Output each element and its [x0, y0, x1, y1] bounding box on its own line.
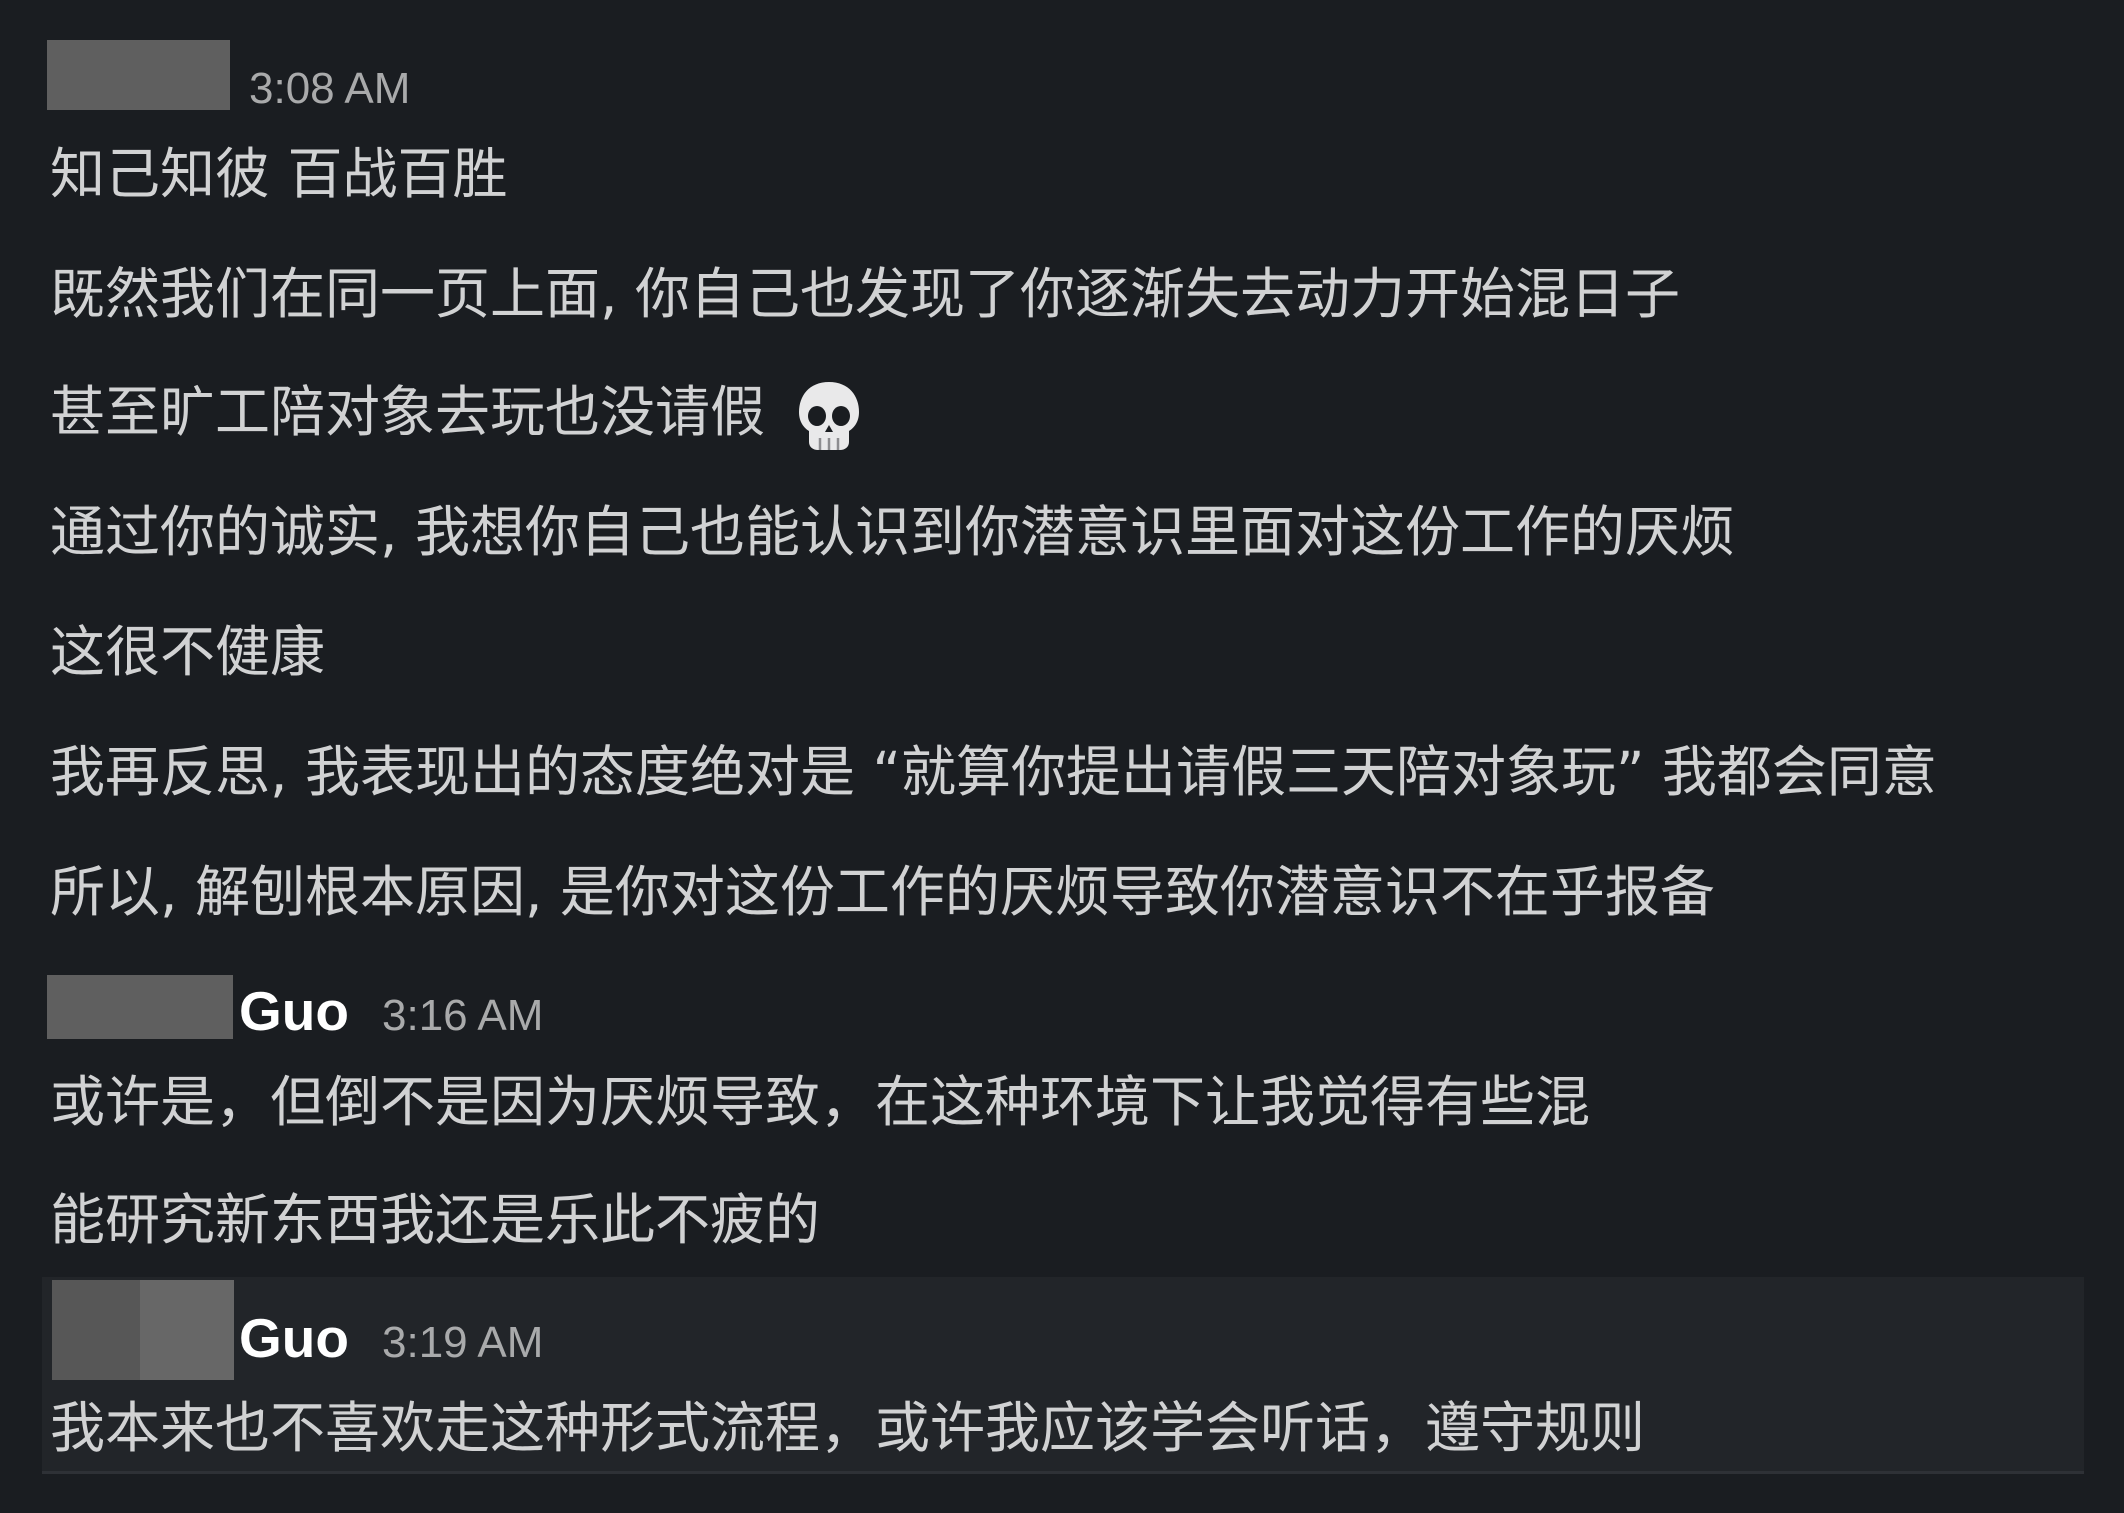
message-timestamp[interactable]: 3:08 AM	[249, 62, 410, 116]
redacted-avatar-name	[47, 975, 233, 1039]
message-line: 既然我们在同一页上面, 你自己也发现了你逐渐失去动力开始混日子	[50, 262, 1680, 326]
message-line: 我再反思, 我表现出的态度绝对是 “就算你提出请假三天陪对象玩” 我都会同意	[50, 740, 1937, 804]
redacted-avatar-name	[140, 1280, 234, 1380]
skull-emoji-icon	[799, 381, 860, 450]
message-line-with-emoji: 甚至旷工陪对象去玩也没请假	[50, 372, 869, 456]
message-line: 这很不健康	[50, 620, 326, 684]
message-line: 知己知彼 百战百胜	[50, 142, 508, 206]
author-name[interactable]: Guo	[239, 978, 349, 1044]
chat-message-list: 3:08 AM 知己知彼 百战百胜 既然我们在同一页上面, 你自己也发现了你逐渐…	[0, 0, 2124, 1513]
message-timestamp[interactable]: 3:16 AM	[382, 989, 543, 1043]
redacted-avatar	[52, 1280, 140, 1380]
message-line: 或许是，但倒不是因为厌烦导致，在这种环境下让我觉得有些混	[50, 1070, 1591, 1134]
author-name[interactable]: Guo	[239, 1305, 349, 1371]
message-line: 能研究新东西我还是乐此不疲的	[50, 1188, 821, 1252]
message-line: 通过你的诚实, 我想你自己也能认识到你潜意识里面对这份工作的厌烦	[50, 500, 1735, 564]
message-line-text: 甚至旷工陪对象去玩也没请假	[50, 380, 766, 444]
message-line: 我本来也不喜欢走这种形式流程，或许我应该学会听话，遵守规则	[50, 1396, 1646, 1460]
redacted-avatar-name	[47, 40, 230, 110]
message-line: 所以, 解刨根本原因, 是你对这份工作的厌烦导致你潜意识不在乎报备	[50, 860, 1715, 924]
message-timestamp[interactable]: 3:19 AM	[382, 1316, 543, 1370]
